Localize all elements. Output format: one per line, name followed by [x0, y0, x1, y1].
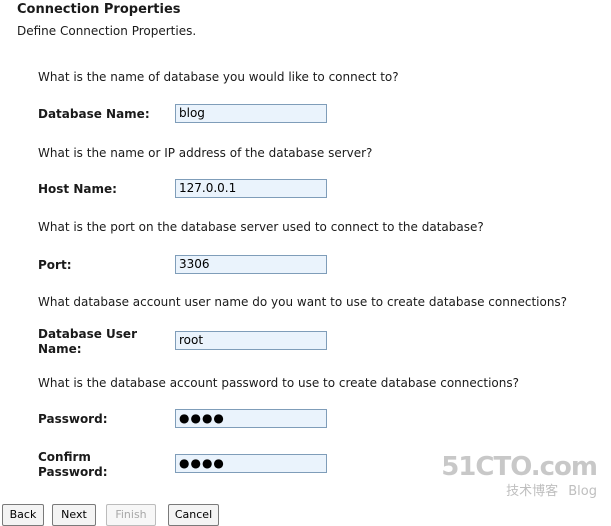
page-title: Connection Properties: [17, 2, 181, 17]
cancel-button[interactable]: Cancel: [168, 504, 219, 526]
port-question: What is the port on the database server …: [38, 220, 484, 234]
watermark-tagline: 技术博客 Blog: [441, 480, 597, 499]
back-button[interactable]: Back: [2, 504, 44, 526]
db-name-label: Database Name:: [38, 107, 150, 121]
password-label: Password:: [38, 412, 108, 426]
host-input[interactable]: 127.0.0.1: [175, 179, 327, 198]
page-subtitle: Define Connection Properties.: [17, 24, 197, 38]
user-input[interactable]: root: [175, 331, 327, 350]
password-input[interactable]: ●●●●: [175, 409, 327, 428]
confirm-password-label: Confirm Password:: [38, 450, 108, 479]
host-question: What is the name or IP address of the da…: [38, 146, 373, 160]
port-label: Port:: [38, 258, 72, 272]
port-input[interactable]: 3306: [175, 255, 327, 274]
user-question: What database account user name do you w…: [38, 295, 568, 309]
host-label: Host Name:: [38, 182, 117, 196]
password-question: What is the database account password to…: [38, 376, 519, 390]
db-name-input[interactable]: blog: [175, 104, 327, 123]
db-name-question: What is the name of database you would l…: [38, 70, 399, 84]
watermark-site: 51CTO.com: [441, 452, 598, 482]
next-button[interactable]: Next: [52, 504, 96, 526]
confirm-password-input[interactable]: ●●●●: [175, 454, 327, 473]
watermark-blog: Blog: [568, 484, 597, 499]
watermark-tagline-cn: 技术博客: [506, 484, 559, 499]
finish-button[interactable]: Finish: [106, 504, 156, 526]
watermark-logo: 51CTO.com 技术博客 Blog: [441, 452, 598, 499]
user-label: Database User Name:: [38, 327, 137, 356]
